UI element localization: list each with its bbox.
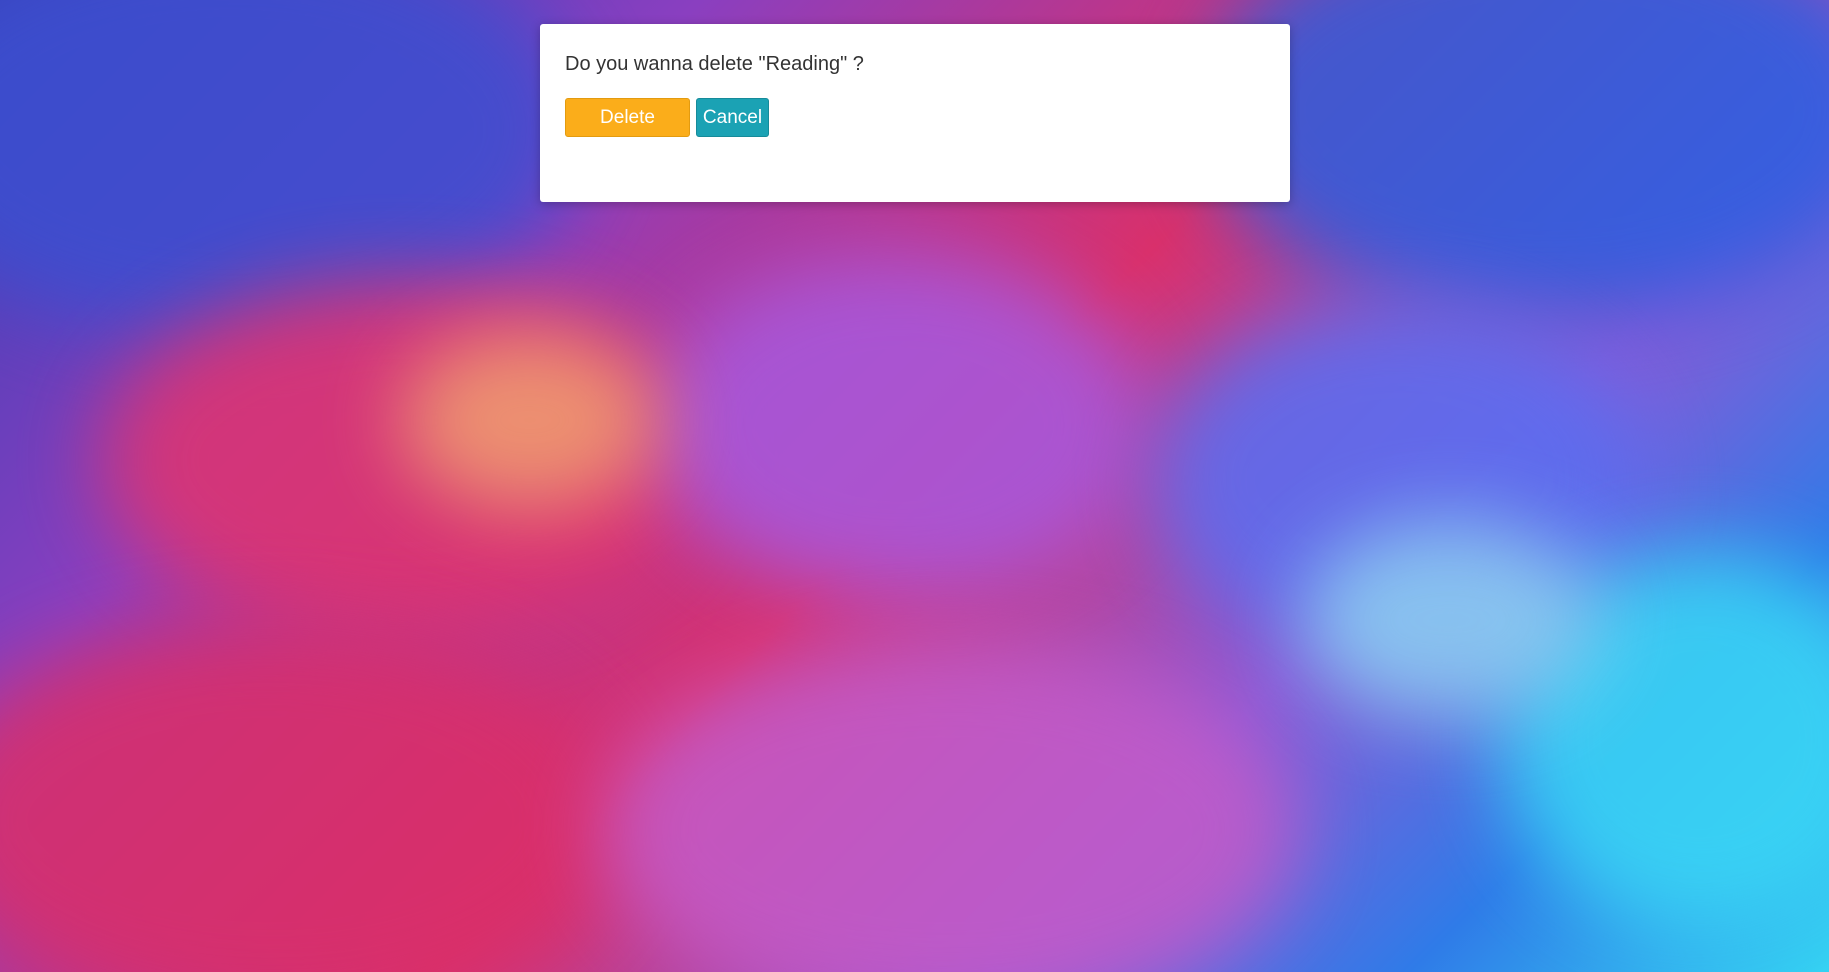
delete-button[interactable]: Delete	[565, 98, 690, 137]
delete-confirmation-dialog: Do you wanna delete "Reading" ? Delete C…	[540, 24, 1290, 202]
dialog-actions: Delete Cancel	[565, 98, 1265, 137]
dialog-message: Do you wanna delete "Reading" ?	[565, 53, 864, 75]
cancel-button[interactable]: Cancel	[696, 98, 769, 137]
